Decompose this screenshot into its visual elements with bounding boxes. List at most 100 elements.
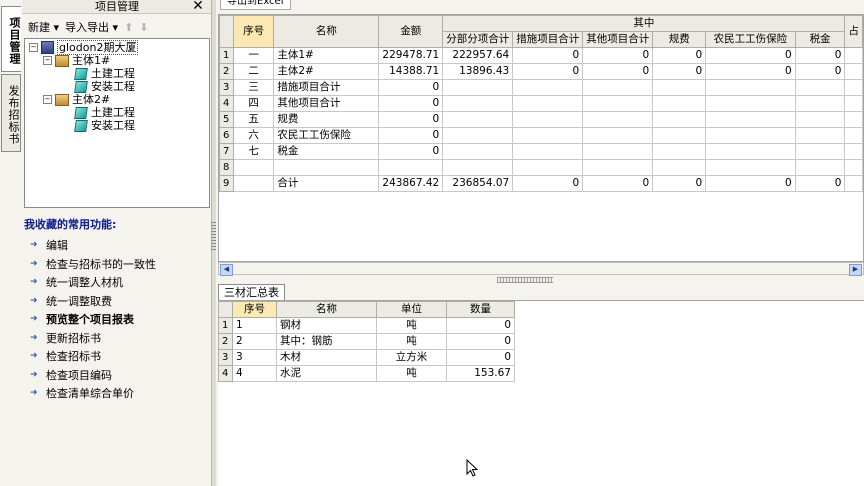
column-header[interactable]: 序号	[232, 301, 277, 318]
table-cell[interactable]: 六	[232, 127, 275, 144]
table-cell[interactable]: 税金	[273, 143, 380, 160]
table-cell[interactable]	[844, 159, 863, 176]
table-cell[interactable]	[705, 159, 796, 176]
table-cell[interactable]: 153.67	[446, 365, 515, 382]
collapse-icon[interactable]: −	[43, 56, 52, 65]
tab-project-management[interactable]: 项目管理	[1, 6, 21, 72]
scroll-right-icon[interactable]: ▶	[849, 264, 862, 276]
collapse-icon[interactable]: −	[43, 95, 52, 104]
table-row[interactable]: 4 4 水泥吨 153.67	[218, 365, 515, 382]
column-header[interactable]: 分部分项合计	[442, 31, 514, 48]
table-cell[interactable]: 木材	[276, 349, 377, 366]
table-cell[interactable]	[705, 127, 796, 144]
table-cell[interactable]	[794, 127, 846, 144]
favorite-item[interactable]: ➜ 统一调整人材机	[24, 273, 210, 292]
table-cell[interactable]: 一	[232, 47, 275, 64]
table-cell[interactable]: 0	[794, 63, 846, 80]
table-cell[interactable]	[232, 159, 275, 176]
table-row[interactable]: 8	[219, 159, 863, 176]
table-row[interactable]: 6 六农民工工伤保险 0	[219, 127, 863, 144]
table-cell[interactable]	[844, 111, 863, 128]
table-cell[interactable]	[442, 95, 514, 112]
table-cell[interactable]	[512, 159, 584, 176]
table-cell[interactable]: 222957.64	[442, 47, 514, 64]
tree-node-work[interactable]: 安装工程	[74, 80, 135, 93]
table-cell[interactable]	[512, 95, 584, 112]
table-cell[interactable]: 0	[582, 47, 654, 64]
table-cell[interactable]	[442, 143, 514, 160]
table-cell[interactable]: 吨	[376, 333, 447, 350]
table-cell[interactable]: 水泥	[276, 365, 377, 382]
collapse-icon[interactable]: −	[29, 43, 38, 52]
tree-node-work[interactable]: 土建工程	[74, 106, 135, 119]
table-cell[interactable]: 0	[794, 175, 846, 192]
table-cell[interactable]	[794, 111, 846, 128]
table-row[interactable]: 2 2 其中：钢筋吨 0	[218, 333, 515, 350]
table-cell[interactable]: 236854.07	[442, 175, 514, 192]
horizontal-scrollbar[interactable]: ◀ ▶	[218, 262, 864, 276]
table-cell[interactable]	[844, 143, 863, 160]
table-cell[interactable]	[652, 127, 707, 144]
favorite-item[interactable]: ➜ 检查项目编码	[24, 366, 210, 385]
table-cell[interactable]	[582, 95, 654, 112]
move-down-icon[interactable]: ⬇	[139, 21, 148, 34]
table-cell[interactable]	[512, 143, 584, 160]
table-cell[interactable]: 0	[652, 47, 707, 64]
table-row[interactable]: 3 三措施项目合计 0	[219, 79, 863, 96]
table-cell[interactable]: 吨	[376, 365, 447, 382]
table-cell[interactable]: 13896.43	[442, 63, 514, 80]
table-cell[interactable]	[582, 127, 654, 144]
table-cell[interactable]: 农民工工伤保险	[273, 127, 380, 144]
table-cell[interactable]	[794, 143, 846, 160]
import-export-button[interactable]: 导入导出 ▾	[65, 19, 118, 35]
table-cell[interactable]	[844, 95, 863, 112]
favorite-item[interactable]: ➜ 检查与招标书的一致性	[24, 255, 210, 274]
table-cell[interactable]: 0	[705, 175, 796, 192]
table-cell[interactable]: 0	[512, 63, 584, 80]
table-row[interactable]: 9 合计 243867.42 236854.07 0 0 0 0 0	[219, 175, 863, 192]
table-cell[interactable]	[652, 159, 707, 176]
table-cell[interactable]: 0	[582, 63, 654, 80]
table-cell[interactable]	[582, 143, 654, 160]
table-cell[interactable]: 三	[232, 79, 275, 96]
table-cell[interactable]: 规费	[273, 111, 380, 128]
table-cell[interactable]	[794, 95, 846, 112]
tab-materials-summary[interactable]: 三材汇总表	[218, 284, 285, 300]
table-cell[interactable]: 243867.42	[378, 175, 444, 192]
table-cell[interactable]	[232, 175, 275, 192]
splitter-grip[interactable]	[211, 222, 216, 252]
table-row[interactable]: 1 1 钢材吨 0	[218, 317, 515, 334]
table-row[interactable]: 4 四其他项目合计 0	[219, 95, 863, 112]
table-cell[interactable]	[582, 79, 654, 96]
table-cell[interactable]	[844, 175, 863, 192]
table-cell[interactable]	[442, 159, 514, 176]
table-cell[interactable]	[652, 111, 707, 128]
column-header[interactable]: 占	[844, 15, 863, 48]
table-cell[interactable]	[512, 111, 584, 128]
table-cell[interactable]	[705, 95, 796, 112]
table-cell[interactable]	[705, 111, 796, 128]
table-cell[interactable]	[442, 127, 514, 144]
table-cell[interactable]: 四	[232, 95, 275, 112]
table-cell[interactable]: 立方米	[376, 349, 447, 366]
table-cell[interactable]: 主体1#	[273, 47, 380, 64]
column-header[interactable]: 农民工工伤保险	[705, 31, 796, 48]
table-cell[interactable]: 0	[378, 95, 444, 112]
move-up-icon[interactable]: ⬆	[124, 21, 133, 34]
table-cell[interactable]: 措施项目合计	[273, 79, 380, 96]
table-cell[interactable]: 二	[232, 63, 275, 80]
table-cell[interactable]: 其他项目合计	[273, 95, 380, 112]
tab-publish-tender[interactable]: 发布招标书	[1, 74, 21, 152]
column-header[interactable]: 序号	[232, 15, 275, 48]
table-cell[interactable]: 0	[378, 143, 444, 160]
table-cell[interactable]: 0	[652, 63, 707, 80]
table-cell[interactable]	[844, 127, 863, 144]
column-header[interactable]: 措施项目合计	[512, 31, 584, 48]
table-row[interactable]: 2 二主体2# 14388.71 13896.43 0 0 0 0 0	[219, 63, 863, 80]
horizontal-splitter-grip[interactable]	[497, 277, 553, 283]
table-cell[interactable]: 0	[794, 47, 846, 64]
favorite-item[interactable]: ➜ 统一调整取费	[24, 292, 210, 311]
table-cell[interactable]	[512, 127, 584, 144]
table-cell[interactable]: 其中：钢筋	[276, 333, 377, 350]
tree-node-root[interactable]: − glodon2期大厦	[29, 40, 139, 55]
